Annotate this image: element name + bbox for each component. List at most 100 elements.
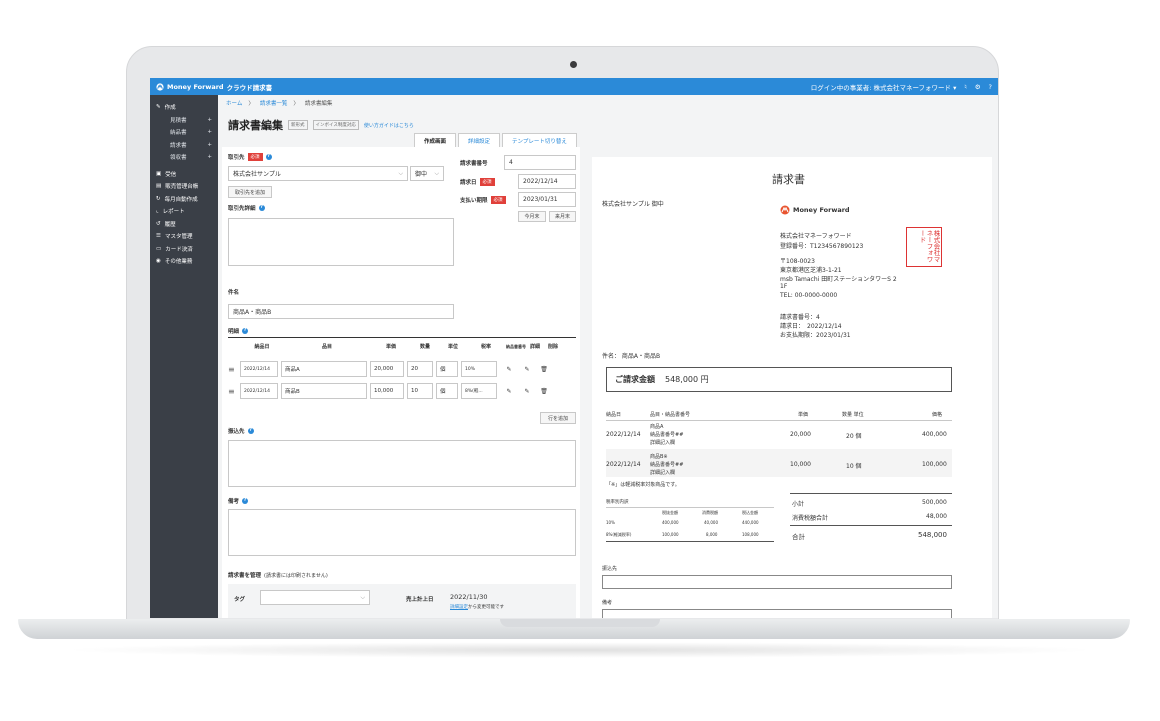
row-date-input[interactable]: 2022/12/14 <box>240 361 278 377</box>
row-price-input[interactable]: 20,000 <box>370 361 404 377</box>
sidebar-item-delivery[interactable]: 納品書 + <box>150 126 218 139</box>
sidebar: ✎ 作成 見積書 + 納品書 + 請求書 + 領収書 + ▣ 受信 ▤ 販売管理台帳 ↻ 毎月自… <box>150 95 218 618</box>
pencil-icon[interactable]: ✎ <box>500 366 518 373</box>
preview-company-logo: Money Forward <box>780 205 850 215</box>
settings-gear-icon[interactable]: ⚙ <box>975 83 981 91</box>
sidebar-create[interactable]: ✎ 作成 <box>150 101 218 114</box>
drag-handle-icon[interactable]: ≡ <box>228 365 240 374</box>
row-qty-input[interactable]: 10 <box>407 383 433 399</box>
sidebar-item-estimate[interactable]: 見積書 + <box>150 114 218 127</box>
tag-select[interactable]: ⌵ <box>260 590 370 605</box>
add-row-button[interactable]: 行を追加 <box>540 412 576 424</box>
memo-textarea[interactable] <box>228 509 576 556</box>
sidebar-item-invoice[interactable]: 請求書 + <box>150 139 218 152</box>
sales-date-label: 売上計上日 <box>406 597 434 603</box>
tab-create[interactable]: 作成画面 <box>414 133 457 148</box>
drag-handle-icon[interactable]: ≡ <box>228 387 240 396</box>
sidebar-item-master[interactable]: ☰ マスタ管理 <box>150 230 218 243</box>
row-date-input[interactable]: 2022/12/14 <box>240 383 278 399</box>
next-month-end-button[interactable]: 来月末 <box>549 211 576 222</box>
sidebar-item-other[interactable]: ◉ その他業務 <box>150 255 218 268</box>
row-unit-input[interactable]: 個 <box>436 361 458 377</box>
sidebar-item-recurring[interactable]: ↻ 毎月自動作成 <box>150 193 218 206</box>
login-user-menu[interactable]: ログイン中の事業者: 株式会社マネーフォワード ▾ <box>811 82 957 92</box>
notification-icon[interactable]: ♮ <box>964 83 966 91</box>
preview-address1: 東京都港区芝浦3-1-21 <box>780 267 842 274</box>
chevron-down-icon: ⌵ <box>434 169 439 177</box>
card-icon: ▭ <box>156 245 162 252</box>
honorific-select[interactable]: 御中 ⌵ <box>410 166 444 181</box>
pencil-icon[interactable]: ✎ <box>518 388 536 395</box>
trash-icon[interactable]: 🗑 <box>536 366 552 373</box>
customer-select[interactable]: 株式会社サンプル ⌵ <box>228 166 408 181</box>
tag-label: タグ <box>234 597 246 603</box>
preview-address3: 1F <box>780 283 788 290</box>
bank-label: 振込先? <box>228 428 254 435</box>
pencil-icon[interactable]: ✎ <box>518 366 536 373</box>
item-date: 2022/12/14 <box>606 461 641 468</box>
breadcrumb-home[interactable]: ホーム <box>226 99 242 107</box>
breadcrumb-list[interactable]: 請求書一覧 <box>260 99 288 107</box>
preview-reg-no: 登録番号：T1234567890123 <box>780 243 864 250</box>
app-logo[interactable]: Money Forward クラウド請求書 <box>156 82 272 92</box>
preview-inv-due: お支払期限：2023/01/31 <box>780 332 851 339</box>
row-tax-select[interactable]: 10% <box>461 361 497 377</box>
row-price-input[interactable]: 10,000 <box>370 383 404 399</box>
help-icon[interactable]: ? <box>265 154 272 160</box>
invoice-date-input[interactable]: 2022/12/14 <box>518 174 576 189</box>
brand-logo-icon <box>780 205 790 215</box>
row-qty-input[interactable]: 20 <box>407 361 433 377</box>
plus-icon[interactable]: + <box>207 154 212 160</box>
invoice-system-badge: インボイス制度対応 <box>312 120 359 130</box>
this-month-end-button[interactable]: 今月末 <box>518 211 546 222</box>
subject-input[interactable]: 商品A・商品B <box>228 304 454 319</box>
sidebar-item-ledger[interactable]: ▤ 販売管理台帳 <box>150 180 218 193</box>
brand-logo-icon <box>156 82 164 91</box>
tab-detail-settings[interactable]: 詳細設定 <box>458 133 501 148</box>
preview-bank-label: 振込先 <box>602 566 618 572</box>
bank-textarea[interactable] <box>228 440 576 487</box>
row-tax-select[interactable]: 8%(軽... <box>461 383 497 399</box>
chart-icon: ⌞ <box>156 208 159 215</box>
company-seal: 株式会社マネーフォワード <box>906 227 942 267</box>
page-title-row: 請求書編集 新形式 インボイス制度対応 使い方ガイドはこちら <box>228 117 414 133</box>
tax-breakdown-label: 税率別内訳 <box>606 500 629 505</box>
preview-bank-box <box>602 575 952 589</box>
subject-label: 件名 <box>228 290 240 296</box>
plus-icon[interactable]: + <box>207 129 212 135</box>
help-icon[interactable]: ? <box>242 498 249 504</box>
sidebar-item-card[interactable]: ▭ カード決済 <box>150 243 218 256</box>
plus-icon[interactable]: + <box>207 142 212 148</box>
guide-link[interactable]: 使い方ガイドはこちら <box>364 122 414 129</box>
help-icon[interactable]: ? <box>247 428 254 434</box>
sidebar-item-history[interactable]: ↺ 履歴 <box>150 218 218 231</box>
row-unit-input[interactable]: 個 <box>436 383 458 399</box>
preview-memo-box <box>602 609 952 618</box>
sidebar-item-report[interactable]: ⌞ レポート <box>150 205 218 218</box>
help-icon[interactable]: ? <box>989 83 992 91</box>
plus-icon[interactable]: + <box>207 117 212 123</box>
customer-detail-textarea[interactable] <box>228 218 454 266</box>
item-name: 商品A <box>650 424 664 430</box>
row-item-input[interactable]: 商品B <box>281 383 367 399</box>
sidebar-item-receipt[interactable]: 領収書 + <box>150 151 218 164</box>
sidebar-item-inbox[interactable]: ▣ 受信 <box>150 168 218 181</box>
preview-inv-date: 請求日： 2022/12/14 <box>780 323 842 330</box>
invoice-no-input[interactable]: 4 <box>504 155 576 170</box>
tab-template[interactable]: テンプレート切り替え <box>502 133 577 148</box>
pencil-icon[interactable]: ✎ <box>500 388 518 395</box>
trash-icon[interactable]: 🗑 <box>536 388 552 395</box>
help-icon[interactable]: ? <box>242 328 249 334</box>
due-date-input[interactable]: 2023/01/31 <box>518 192 576 207</box>
row-item-input[interactable]: 商品A <box>281 361 367 377</box>
add-customer-button[interactable]: 取引先を追加 <box>228 186 272 198</box>
chevron-down-icon: ⌵ <box>398 169 403 177</box>
memo-label: 備考? <box>228 498 249 505</box>
help-icon[interactable]: ? <box>258 205 265 211</box>
other-icon: ◉ <box>156 258 161 265</box>
customer-label: 取引先 必須? <box>228 153 272 161</box>
table-row: ≡ 2022/12/14 商品B 10,000 10 個 8%(軽... ✎ ✎… <box>228 380 576 402</box>
preview-address2: msb Tamachi 田町ステーションタワーS 2 <box>780 276 897 283</box>
detail-settings-link[interactable]: 詳細設定 <box>450 605 468 610</box>
pencil-icon: ✎ <box>156 104 161 111</box>
